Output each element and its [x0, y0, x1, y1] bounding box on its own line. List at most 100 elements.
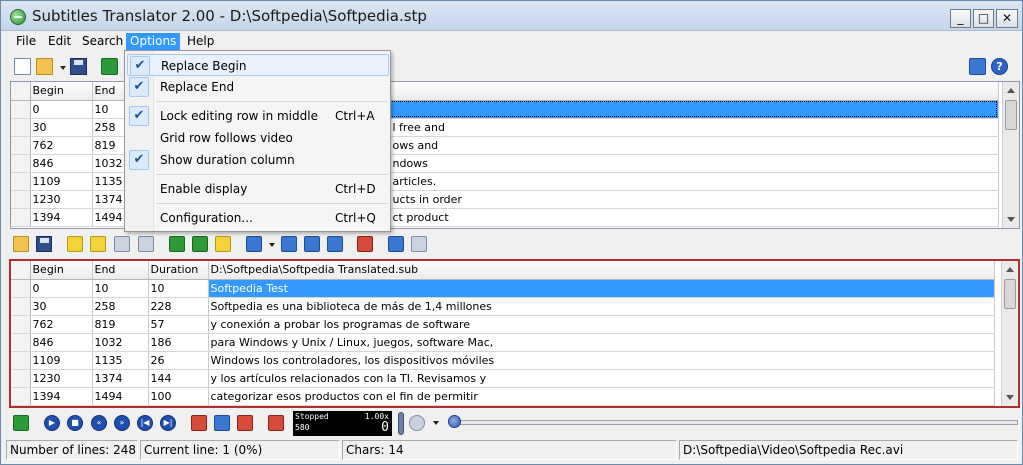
cell-end[interactable]: 819: [92, 315, 149, 334]
cell-duration[interactable]: 57: [148, 315, 209, 334]
cell-begin[interactable]: 30: [30, 118, 93, 137]
translated-grid-scrollbar[interactable]: [1001, 261, 1018, 406]
play-icon[interactable]: ▶: [44, 415, 60, 431]
cell-text[interactable]: categorizar esos productos con el fin de…: [208, 387, 995, 406]
cell-begin[interactable]: 846: [30, 333, 93, 352]
cell-end[interactable]: 1032: [92, 333, 149, 352]
cell-duration[interactable]: 26: [148, 351, 209, 370]
set-end-icon[interactable]: [214, 415, 230, 431]
open-recent-chevron-down-icon[interactable]: [60, 66, 66, 70]
spell-options-icon[interactable]: [138, 236, 154, 252]
menu-item-show-duration[interactable]: ✔ Show duration column: [127, 149, 389, 171]
mark-icon[interactable]: [215, 236, 231, 252]
cell-begin[interactable]: 762: [30, 136, 93, 155]
table-icon[interactable]: [327, 236, 343, 252]
delete-icon[interactable]: [357, 236, 373, 252]
menu-item-grid-follows-video[interactable]: Grid row follows video: [127, 127, 389, 149]
menu-item-enable-display[interactable]: Enable display Ctrl+D: [127, 178, 389, 200]
cell-begin[interactable]: 1230: [30, 369, 93, 388]
sync-icon[interactable]: [388, 236, 404, 252]
table-row[interactable]: 1394 1494 100 categorizar esos productos…: [11, 387, 995, 406]
menu-search[interactable]: Search: [78, 33, 127, 50]
table-row[interactable]: 1230 1374 144 y los artículos relacionad…: [11, 369, 995, 388]
cell-begin[interactable]: 0: [30, 100, 93, 119]
cell-begin[interactable]: 0: [30, 279, 93, 298]
menu-file[interactable]: File: [12, 33, 40, 50]
save-icon[interactable]: [70, 58, 87, 75]
speaker-icon[interactable]: [409, 415, 425, 431]
cell-text[interactable]: para Windows y Unix / Linux, juegos, sof…: [208, 333, 995, 352]
table-row[interactable]: 762 819 57 y conexión a probar los progr…: [11, 315, 995, 334]
scroll-down-arrow-icon[interactable]: [1007, 217, 1015, 222]
help-icon[interactable]: ?: [991, 58, 1008, 75]
fast-forward-icon[interactable]: »: [114, 415, 130, 431]
seek-bar[interactable]: [453, 420, 1018, 425]
source-grid-scrollbar[interactable]: [1002, 82, 1019, 228]
scroll-thumb[interactable]: [1005, 100, 1017, 130]
cell-text[interactable]: y conexión a probar los programas de sof…: [208, 315, 995, 334]
seek-thumb[interactable]: [448, 415, 461, 428]
cell-text[interactable]: Softpedia es una biblioteca de más de 1,…: [208, 297, 995, 316]
cell-text[interactable]: y los artículos relacionados con la TI. …: [208, 369, 995, 388]
menu-item-lock-editing-row[interactable]: ✔ Lock editing row in middle Ctrl+A: [127, 105, 389, 127]
edit-icon[interactable]: [969, 58, 986, 75]
cell-begin[interactable]: 1109: [30, 351, 93, 370]
insert-line-icon[interactable]: [169, 236, 185, 252]
rewind-icon[interactable]: «: [91, 415, 107, 431]
align-icon[interactable]: [246, 236, 262, 252]
stop-icon[interactable]: ■: [67, 415, 83, 431]
scroll-up-arrow-icon[interactable]: [1007, 88, 1015, 93]
cell-begin[interactable]: 1394: [30, 208, 93, 227]
volume-chevron-down-icon[interactable]: [433, 421, 439, 425]
cell-begin[interactable]: 762: [30, 315, 93, 334]
cell-duration[interactable]: 228: [148, 297, 209, 316]
open-translation-icon[interactable]: [13, 236, 29, 252]
menu-options[interactable]: Options: [126, 33, 181, 50]
video-window-icon[interactable]: [13, 415, 29, 431]
cell-begin[interactable]: 1230: [30, 190, 93, 209]
grid-view-icon[interactable]: [304, 236, 320, 252]
cell-end[interactable]: 1135: [92, 351, 149, 370]
scroll-down-arrow-icon[interactable]: [1006, 395, 1014, 400]
cell-duration[interactable]: 10: [148, 279, 209, 298]
set-begin-icon[interactable]: [191, 415, 207, 431]
maximize-button[interactable]: □: [973, 9, 994, 28]
close-button[interactable]: ✕: [996, 9, 1018, 28]
menu-help[interactable]: Help: [183, 33, 218, 50]
scroll-up-arrow-icon[interactable]: [1006, 267, 1014, 272]
cell-end[interactable]: 1494: [92, 387, 149, 406]
title-bar[interactable]: Subtitles Translator 2.00 - D:\Softpedia…: [1, 1, 1022, 31]
new-file-icon[interactable]: [14, 58, 31, 75]
cell-begin[interactable]: 30: [30, 297, 93, 316]
find-icon[interactable]: [67, 236, 83, 252]
close-video-icon[interactable]: [268, 415, 284, 431]
scroll-thumb[interactable]: [1004, 279, 1016, 309]
translate-line-icon[interactable]: [192, 236, 208, 252]
table-row[interactable]: 846 1032 186 para Windows y Unix / Linux…: [11, 333, 995, 352]
cell-text[interactable]: Windows los controladores, los dispositi…: [208, 351, 995, 370]
column-header-end[interactable]: End: [92, 261, 149, 280]
spell-check-icon[interactable]: [114, 236, 130, 252]
cell-duration[interactable]: 100: [148, 387, 209, 406]
cell-begin[interactable]: 1394: [30, 387, 93, 406]
cell-begin[interactable]: 846: [30, 154, 93, 173]
minimize-button[interactable]: _: [950, 9, 971, 28]
table-row[interactable]: 1109 1135 26 Windows los controladores, …: [11, 351, 995, 370]
column-header-begin[interactable]: Begin: [30, 82, 93, 101]
set-both-icon[interactable]: [237, 415, 253, 431]
open-folder-icon[interactable]: [36, 58, 53, 75]
table-row[interactable]: 0 10 10 Softpedia Test: [11, 279, 995, 298]
translated-subtitles-grid[interactable]: Begin End Duration D:\Softpedia\Softpedi…: [9, 259, 1020, 408]
column-header-begin[interactable]: Begin: [30, 261, 93, 280]
next-icon[interactable]: ▶|: [160, 415, 176, 431]
cell-duration[interactable]: 144: [148, 369, 209, 388]
previous-icon[interactable]: |◀: [137, 415, 153, 431]
column-header-translation-file[interactable]: D:\Softpedia\Softpedia Translated.sub: [208, 261, 995, 280]
cell-end[interactable]: 1374: [92, 369, 149, 388]
cell-duration[interactable]: 186: [148, 333, 209, 352]
menu-item-configuration[interactable]: Configuration... Ctrl+Q: [127, 207, 389, 229]
menu-edit[interactable]: Edit: [44, 33, 75, 50]
cell-end[interactable]: 258: [92, 297, 149, 316]
column-header-duration[interactable]: Duration: [148, 261, 209, 280]
cell-begin[interactable]: 1109: [30, 172, 93, 191]
